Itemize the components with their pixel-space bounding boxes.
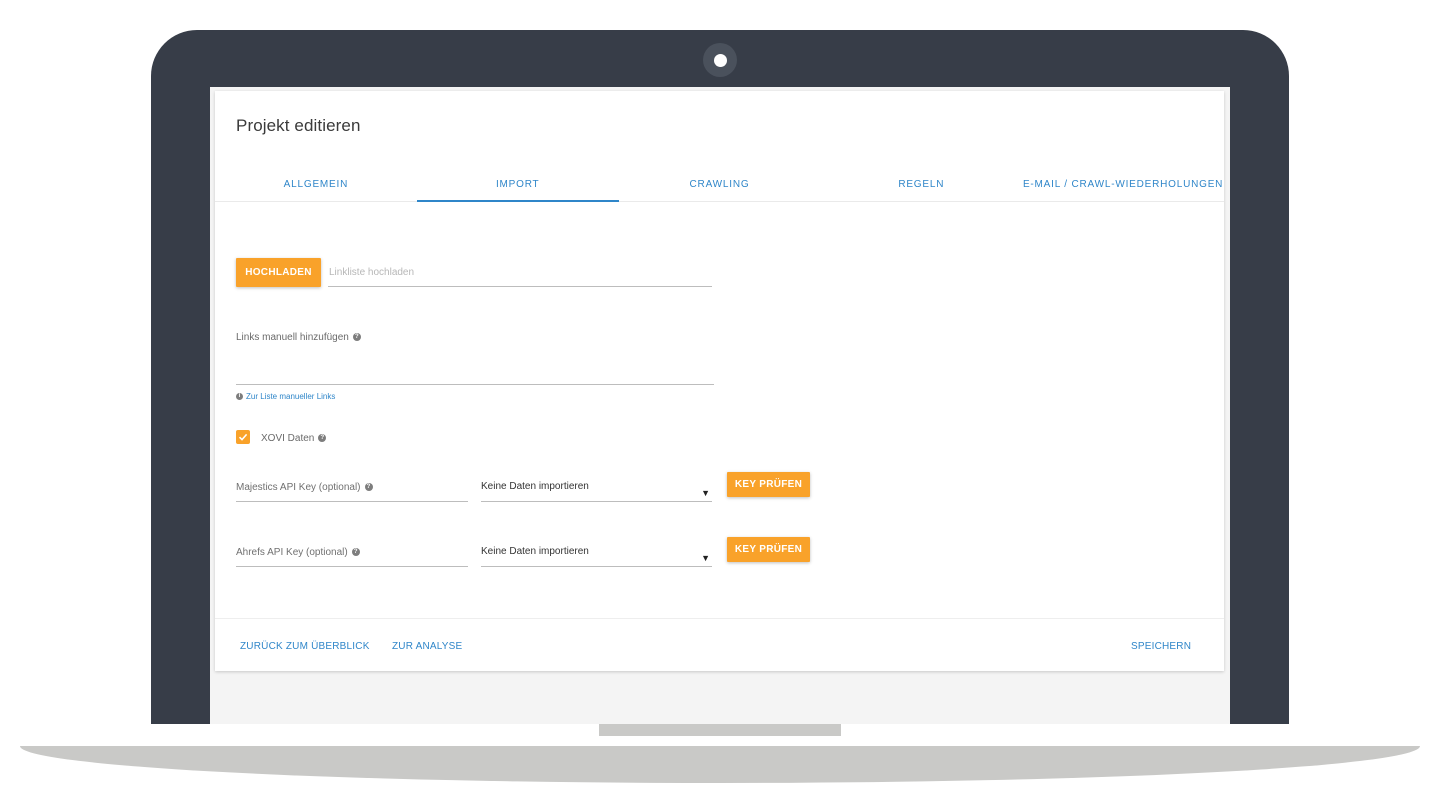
ahrefs-key-check-button[interactable]: KEY PRÜFEN <box>727 537 810 562</box>
card-footer: ZURÜCK ZUM ÜBERBLICK ZUR ANALYSE SPEICHE… <box>215 618 1224 671</box>
manual-links-label: Links manuell hinzufügen? <box>236 332 361 343</box>
laptop-base <box>20 746 1420 783</box>
project-edit-card: Projekt editieren ALLGEMEIN IMPORT CRAWL… <box>215 91 1224 671</box>
help-icon[interactable]: ? <box>364 483 373 492</box>
manual-links-label-text: Links manuell hinzufügen <box>236 332 349 343</box>
back-to-overview-link[interactable]: ZURÜCK ZUM ÜBERBLICK <box>240 641 370 652</box>
dropdown-caret-icon: ▼ <box>701 553 710 563</box>
info-icon: i <box>236 393 243 400</box>
manual-links-list-link[interactable]: i Zur Liste manueller Links <box>236 392 335 401</box>
linklist-upload-placeholder: Linkliste hochladen <box>329 267 415 278</box>
manual-links-input[interactable] <box>236 363 714 385</box>
xovi-label-text: XOVI Daten <box>261 433 315 444</box>
ahrefs-api-key-input[interactable]: Ahrefs API Key (optional)? <box>236 540 468 567</box>
majestics-import-select[interactable]: Keine Daten importieren ▼ <box>481 475 712 502</box>
laptop-hinge <box>599 724 841 736</box>
majestics-key-check-button[interactable]: KEY PRÜFEN <box>727 472 810 497</box>
tab-regeln[interactable]: REGELN <box>820 171 1022 201</box>
save-button[interactable]: SPEICHERN <box>1131 641 1191 652</box>
laptop-screen: Projekt editieren ALLGEMEIN IMPORT CRAWL… <box>210 87 1230 724</box>
manual-links-list-link-text: Zur Liste manueller Links <box>246 392 336 401</box>
help-icon[interactable]: ? <box>318 434 327 443</box>
tab-email-crawl[interactable]: E-MAIL / CRAWL-WIEDERHOLUNGEN <box>1022 171 1224 201</box>
dropdown-caret-icon: ▼ <box>701 488 710 498</box>
ahrefs-import-select[interactable]: Keine Daten importieren ▼ <box>481 540 712 567</box>
upload-button[interactable]: HOCHLADEN <box>236 258 321 287</box>
to-analysis-link[interactable]: ZUR ANALYSE <box>392 641 462 652</box>
laptop-mockup: Projekt editieren ALLGEMEIN IMPORT CRAWL… <box>0 0 1440 812</box>
linklist-upload-input[interactable]: Linkliste hochladen <box>328 261 712 287</box>
camera-icon <box>703 43 737 77</box>
tab-crawling[interactable]: CRAWLING <box>619 171 821 201</box>
tab-bar: ALLGEMEIN IMPORT CRAWLING REGELN E-MAIL … <box>215 171 1224 202</box>
xovi-label: XOVI Daten? <box>261 433 327 444</box>
help-icon[interactable]: ? <box>352 333 361 342</box>
ahrefs-select-value: Keine Daten importieren <box>481 546 589 557</box>
ahrefs-api-key-placeholder: Ahrefs API Key (optional) <box>236 547 348 558</box>
tab-allgemein[interactable]: ALLGEMEIN <box>215 171 417 201</box>
page-title: Projekt editieren <box>236 116 361 135</box>
xovi-checkbox[interactable] <box>236 430 250 444</box>
tab-import[interactable]: IMPORT <box>416 171 619 202</box>
help-icon[interactable]: ? <box>351 548 360 557</box>
majestics-api-key-input[interactable]: Majestics API Key (optional)? <box>236 475 468 502</box>
majestics-api-key-placeholder: Majestics API Key (optional) <box>236 482 361 493</box>
majestics-select-value: Keine Daten importieren <box>481 481 589 492</box>
check-icon <box>238 433 248 441</box>
